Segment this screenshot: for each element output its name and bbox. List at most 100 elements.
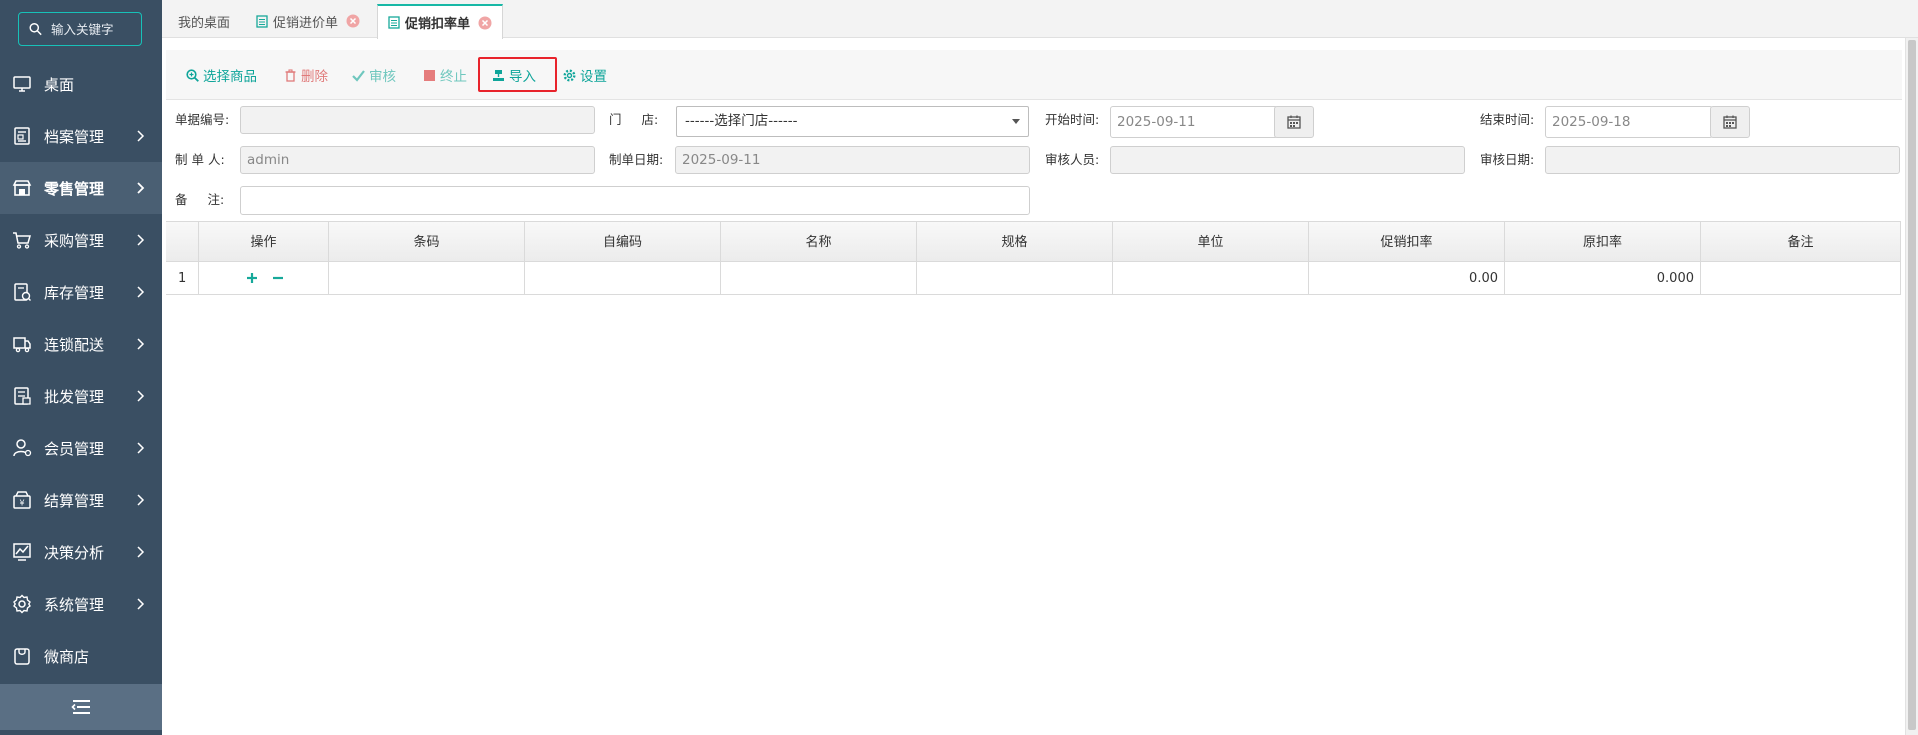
column-header-unit: 单位 <box>1113 222 1309 263</box>
remark-field[interactable] <box>240 186 1030 215</box>
chevron-right-icon <box>137 442 145 454</box>
chevron-right-icon <box>137 546 145 558</box>
cell-name[interactable] <box>721 262 917 295</box>
cell-spec[interactable] <box>917 262 1113 295</box>
svg-text:¥: ¥ <box>19 499 24 508</box>
cell-unit[interactable] <box>1113 262 1309 295</box>
audit-date-field[interactable] <box>1545 146 1900 174</box>
auditor-label: 审核人员: <box>1045 152 1100 167</box>
sidebar-item-purchase[interactable]: 采购管理 <box>0 214 162 266</box>
sidebar-item-label: 档案管理 <box>44 127 105 146</box>
chevron-right-icon <box>137 130 145 142</box>
settings-button[interactable]: 设置 <box>563 62 607 88</box>
sidebar-item-settlement[interactable]: ¥ 结算管理 <box>0 474 162 526</box>
audit-date-label: 审核日期: <box>1480 152 1535 167</box>
cell-promo-rate[interactable]: 0.00 <box>1309 262 1505 295</box>
shop-bag-icon <box>12 646 32 666</box>
make-date-label: 制单日期: <box>609 152 664 167</box>
sidebar-item-retail[interactable]: 零售管理 <box>0 162 162 214</box>
truck-icon <box>12 334 32 354</box>
column-header-spec: 规格 <box>917 222 1113 263</box>
end-time-field[interactable] <box>1545 106 1713 138</box>
sidebar-collapse-button[interactable] <box>0 684 162 730</box>
tab-bar: 我的桌面 促销进价单 促销扣率单 <box>162 0 1918 39</box>
wallet-icon: ¥ <box>12 490 32 510</box>
document-icon <box>256 14 268 28</box>
trash-icon <box>285 68 296 82</box>
member-icon <box>12 438 32 458</box>
close-icon[interactable] <box>346 14 360 28</box>
column-header-index <box>166 222 199 263</box>
delete-button[interactable]: 删除 <box>284 62 328 88</box>
chevron-right-icon <box>137 390 145 402</box>
scrollbar-thumb[interactable] <box>1908 40 1916 730</box>
archive-icon <box>12 126 32 146</box>
search-plus-icon <box>186 68 199 82</box>
row-index: 1 <box>166 262 199 295</box>
tab-label: 促销进价单 <box>273 15 339 31</box>
start-time-field[interactable] <box>1110 106 1278 138</box>
store-select[interactable]: ------选择门店------ <box>676 106 1029 137</box>
sidebar-item-archive[interactable]: 档案管理 <box>0 110 162 162</box>
stop-icon <box>424 69 435 81</box>
wholesale-icon <box>12 386 32 406</box>
column-header-name: 名称 <box>721 222 917 263</box>
sidebar-item-label: 系统管理 <box>44 595 105 614</box>
select-goods-button[interactable]: 选择商品 <box>186 62 257 88</box>
tab-promo-discount-rate[interactable]: 促销扣率单 <box>377 4 504 39</box>
sidebar-item-system[interactable]: 系统管理 <box>0 578 162 630</box>
chevron-right-icon <box>137 234 145 246</box>
calendar-icon <box>1287 115 1301 129</box>
chevron-right-icon <box>137 182 145 194</box>
sidebar-item-label: 零售管理 <box>44 179 105 198</box>
maker-field[interactable] <box>240 146 595 174</box>
remark-label: 备注: <box>175 192 225 207</box>
sidebar-item-desktop[interactable]: 桌面 <box>0 58 162 110</box>
auditor-field[interactable] <box>1110 146 1465 174</box>
remove-row-icon[interactable] <box>272 271 284 285</box>
document-icon <box>388 16 400 29</box>
close-icon[interactable] <box>478 16 492 30</box>
chevron-right-icon <box>137 338 145 350</box>
sidebar-item-label: 微商店 <box>44 647 90 666</box>
start-date-picker-button[interactable] <box>1274 106 1314 138</box>
cell-barcode[interactable] <box>329 262 525 295</box>
store-icon <box>12 178 32 198</box>
calendar-icon <box>1723 115 1737 129</box>
audit-button[interactable]: 审核 <box>352 62 396 88</box>
add-row-icon[interactable] <box>246 271 258 285</box>
sidebar-item-label: 批发管理 <box>44 387 105 406</box>
end-date-picker-button[interactable] <box>1710 106 1750 138</box>
cell-orig-rate[interactable]: 0.000 <box>1505 262 1701 295</box>
end-time-label: 结束时间: <box>1480 112 1535 127</box>
check-icon <box>352 69 365 82</box>
sidebar-item-analysis[interactable]: 决策分析 <box>0 526 162 578</box>
search-input[interactable] <box>51 21 141 37</box>
sidebar-item-distribution[interactable]: 连锁配送 <box>0 318 162 370</box>
sidebar-item-member[interactable]: 会员管理 <box>0 422 162 474</box>
tab-label: 我的桌面 <box>178 15 231 31</box>
import-highlight-box <box>478 57 557 92</box>
gear-icon <box>563 68 576 82</box>
sidebar-item-inventory[interactable]: 库存管理 <box>0 266 162 318</box>
make-date-field[interactable] <box>675 146 1030 174</box>
doc-no-label: 单据编号: <box>175 112 230 127</box>
sidebar-item-label: 会员管理 <box>44 439 105 458</box>
column-header-code: 自编码 <box>525 222 721 263</box>
doc-no-field[interactable] <box>240 106 595 134</box>
column-header-remark: 备注 <box>1701 222 1901 263</box>
warehouse-icon <box>12 282 32 302</box>
tab-promo-purchase-price[interactable]: 促销进价单 <box>246 4 370 38</box>
cell-remark[interactable] <box>1701 262 1901 295</box>
sidebar-item-label: 连锁配送 <box>44 335 105 354</box>
sidebar-item-wholesale[interactable]: 批发管理 <box>0 370 162 422</box>
vertical-scrollbar[interactable] <box>1905 38 1918 735</box>
column-header-operation: 操作 <box>199 222 329 263</box>
sidebar-search[interactable] <box>18 12 142 46</box>
tab-my-desktop[interactable]: 我的桌面 <box>168 4 240 38</box>
cart-icon <box>12 230 32 250</box>
terminate-button[interactable]: 终止 <box>423 62 467 88</box>
sidebar-item-microshop[interactable]: 微商店 <box>0 630 162 682</box>
cell-code[interactable] <box>525 262 721 295</box>
toolbar: 选择商品 删除 审核 终止 导入 设置 <box>166 50 1902 100</box>
